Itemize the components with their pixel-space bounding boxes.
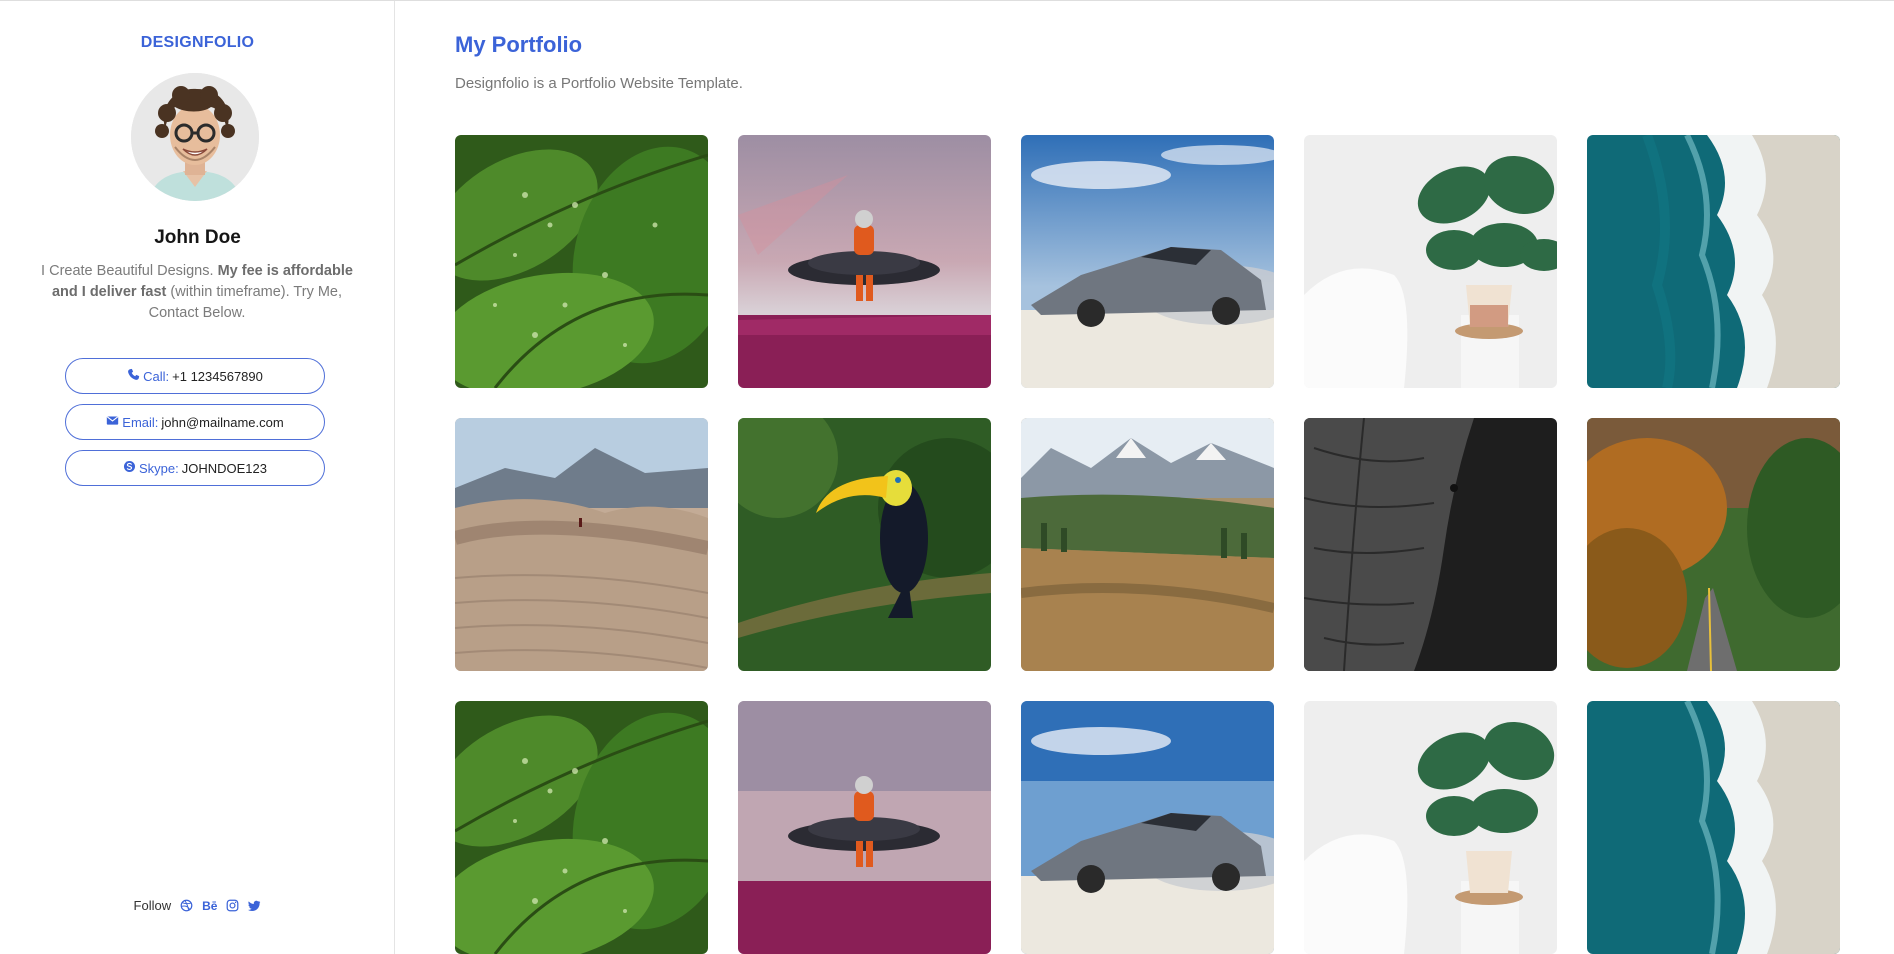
leaves-photo <box>455 701 708 954</box>
mountain-valley-photo <box>1021 418 1274 671</box>
portfolio-item[interactable] <box>1587 135 1840 388</box>
autumn-road-photo <box>1587 418 1840 671</box>
leaves-photo <box>455 135 708 388</box>
avatar <box>131 73 259 201</box>
email-value: john@mailname.com <box>161 414 284 430</box>
phone-icon <box>127 368 140 384</box>
email-button[interactable]: Email: john@mailname.com <box>65 404 325 440</box>
monstera-plant-photo <box>1304 135 1557 388</box>
monstera-plant-photo <box>1304 701 1557 954</box>
desert-dunes-photo <box>455 418 708 671</box>
portfolio-item[interactable] <box>1304 135 1557 388</box>
call-button[interactable]: Call: +1 1234567890 <box>65 358 325 394</box>
dribbble-icon[interactable] <box>180 899 193 912</box>
skype-label: Skype: <box>139 460 179 476</box>
bio-text-end: (within timeframe). Try Me, Contact Belo… <box>148 284 343 321</box>
profile-name: John Doe <box>154 227 241 248</box>
portfolio-item[interactable] <box>455 135 708 388</box>
skype-button[interactable]: Skype: JOHNDOE123 <box>65 450 325 486</box>
elephant-photo <box>1304 418 1557 671</box>
behance-icon[interactable]: Bē <box>202 899 217 913</box>
brand-logo[interactable]: DESIGNFOLIO <box>0 34 395 52</box>
twitter-icon[interactable] <box>248 899 261 912</box>
portfolio-item[interactable] <box>1587 701 1840 954</box>
profile-bio: I Create Beautiful Designs. My fee is af… <box>38 261 356 324</box>
skype-value: JOHNDOE123 <box>181 460 267 476</box>
portfolio-item[interactable] <box>455 418 708 671</box>
portfolio-item[interactable] <box>738 418 991 671</box>
portfolio-item[interactable] <box>1021 701 1274 954</box>
portfolio-item[interactable] <box>1587 418 1840 671</box>
instagram-icon[interactable] <box>226 899 239 912</box>
portfolio-item[interactable] <box>738 701 991 954</box>
astronaut-photo <box>738 701 991 954</box>
ocean-shore-photo <box>1587 135 1840 388</box>
sports-car-photo <box>1021 701 1274 954</box>
follow-label: Follow <box>133 898 172 913</box>
portfolio-item[interactable] <box>1021 135 1274 388</box>
portfolio-item[interactable] <box>738 135 991 388</box>
page-subtitle: Designfolio is a Portfolio Website Templ… <box>455 75 743 92</box>
portfolio-item[interactable] <box>1021 418 1274 671</box>
sidebar: DESIGNFOLIO John Doe I Create Beautiful … <box>0 1 395 954</box>
toucan-photo <box>738 418 991 671</box>
envelope-icon <box>106 414 119 430</box>
astronaut-photo <box>738 135 991 388</box>
portfolio-item[interactable] <box>1304 701 1557 954</box>
bio-text: I Create Beautiful Designs. <box>41 263 218 279</box>
portfolio-item[interactable] <box>455 701 708 954</box>
sports-car-photo <box>1021 135 1274 388</box>
call-value: +1 1234567890 <box>172 368 263 384</box>
portfolio-item[interactable] <box>1304 418 1557 671</box>
ocean-shore-photo <box>1587 701 1840 954</box>
portfolio-main: My Portfolio Designfolio is a Portfolio … <box>455 0 1894 954</box>
follow-bar: Follow Bē <box>0 898 395 913</box>
email-label: Email: <box>122 414 159 430</box>
skype-icon <box>123 460 136 476</box>
page-title: My Portfolio <box>455 32 583 57</box>
call-label: Call: <box>143 368 170 384</box>
